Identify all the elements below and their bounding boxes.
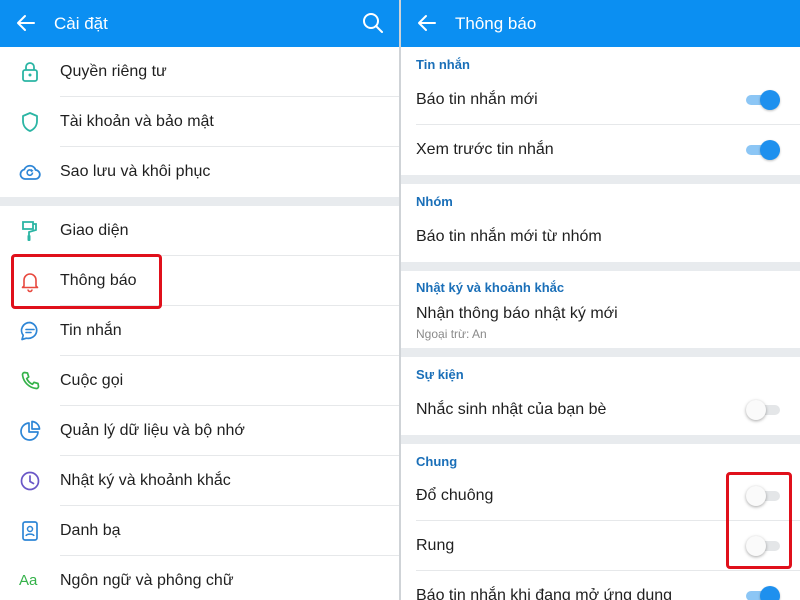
contact-card-icon [22, 521, 38, 541]
settings-item-label: Quản lý dữ liệu và bộ nhớ [60, 422, 245, 439]
highlight-box [11, 254, 162, 309]
section-title-diary: Nhật ký và khoảnh khắc [416, 280, 565, 295]
setting-row-diary-notifications[interactable]: Nhận thông báo nhật ký mới Ngoại trừ: An [401, 296, 800, 348]
toggle-switch[interactable] [746, 90, 780, 110]
toggle-switch[interactable] [746, 586, 780, 600]
setting-row-new-message-alert[interactable]: Báo tin nhắn mới [401, 75, 800, 125]
toggle-switch[interactable] [746, 140, 780, 160]
paint-brush-icon [22, 221, 37, 241]
setting-label: Xem trước tin nhắn [416, 141, 554, 158]
setting-row-message-preview[interactable]: Xem trước tin nhắn [401, 125, 800, 175]
settings-item-account-security[interactable]: Tài khoản và bảo mật [0, 97, 399, 147]
section-title-general: Chung [416, 454, 458, 469]
setting-sublabel: Ngoại trừ: An [416, 327, 487, 341]
settings-item-label: Tin nhắn [60, 322, 122, 339]
notifications-header: Thông báo [401, 0, 800, 47]
settings-item-diary-moments[interactable]: Nhật ký và khoảnh khắc [0, 456, 399, 506]
settings-item-data-storage[interactable]: Quản lý dữ liệu và bộ nhớ [0, 406, 399, 456]
setting-label: Nhắc sinh nhật của bạn bè [416, 401, 607, 418]
back-arrow-icon[interactable] [415, 11, 439, 35]
clock-icon [20, 471, 40, 491]
settings-item-language-font[interactable]: Aa Ngôn ngữ và phông chữ [0, 556, 399, 600]
setting-row-group-message-alert[interactable]: Báo tin nhắn mới từ nhóm [401, 212, 800, 262]
setting-row-in-app-alert[interactable]: Báo tin nhắn khi đang mở ứng dụng [401, 571, 800, 600]
lock-icon [22, 62, 38, 82]
section-gap [401, 262, 800, 271]
notifications-screen: Thông báo Tin nhắn Báo tin nhắn mới Xem … [401, 0, 800, 600]
section-title-messages: Tin nhắn [416, 57, 470, 72]
section-gap [401, 175, 800, 184]
settings-screen: Cài đặt Quyền riêng tư Tài khoản và bảo … [0, 0, 399, 600]
section-gap [401, 348, 800, 357]
settings-item-label: Danh bạ [60, 522, 121, 539]
settings-item-messages[interactable]: Tin nhắn [0, 306, 399, 356]
section-gap [0, 197, 399, 206]
settings-item-calls[interactable]: Cuộc gọi [0, 356, 399, 406]
settings-item-label: Tài khoản và bảo mật [60, 113, 214, 130]
settings-item-label: Sao lưu và khôi phục [60, 163, 211, 180]
settings-item-contacts[interactable]: Danh bạ [0, 506, 399, 556]
setting-label: Báo tin nhắn mới [416, 91, 538, 108]
settings-item-label: Nhật ký và khoảnh khắc [60, 472, 231, 489]
phone-icon [21, 371, 40, 390]
page-title: Cài đặt [54, 14, 108, 33]
setting-label: Rung [416, 537, 455, 554]
highlight-box [726, 472, 792, 569]
chat-bubble-icon [20, 321, 38, 341]
cloud-backup-icon [19, 164, 41, 180]
font-aa-icon: Aa [19, 572, 38, 589]
settings-item-backup-restore[interactable]: Sao lưu và khôi phục [0, 147, 399, 197]
back-arrow-icon[interactable] [14, 11, 38, 35]
setting-label: Báo tin nhắn khi đang mở ứng dụng [416, 587, 673, 600]
shield-icon [22, 112, 38, 132]
section-title-events: Sự kiện [416, 367, 464, 382]
section-gap [401, 435, 800, 444]
settings-item-label: Ngôn ngữ và phông chữ [60, 572, 234, 589]
pie-chart-icon [20, 420, 41, 441]
settings-item-label: Cuộc gọi [60, 372, 124, 389]
page-title: Thông báo [455, 14, 537, 33]
settings-item-label: Quyền riêng tư [60, 63, 167, 80]
toggle-switch[interactable] [746, 400, 780, 420]
setting-row-birthday-reminder[interactable]: Nhắc sinh nhật của bạn bè [401, 385, 800, 435]
setting-label: Báo tin nhắn mới từ nhóm [416, 228, 602, 245]
settings-item-appearance[interactable]: Giao diện [0, 206, 399, 256]
section-title-groups: Nhóm [416, 194, 453, 209]
settings-item-label: Giao diện [60, 222, 129, 239]
settings-item-privacy[interactable]: Quyền riêng tư [0, 47, 399, 97]
setting-label: Đổ chuông [416, 487, 494, 504]
search-icon[interactable] [361, 11, 385, 35]
settings-header: Cài đặt [0, 0, 399, 47]
